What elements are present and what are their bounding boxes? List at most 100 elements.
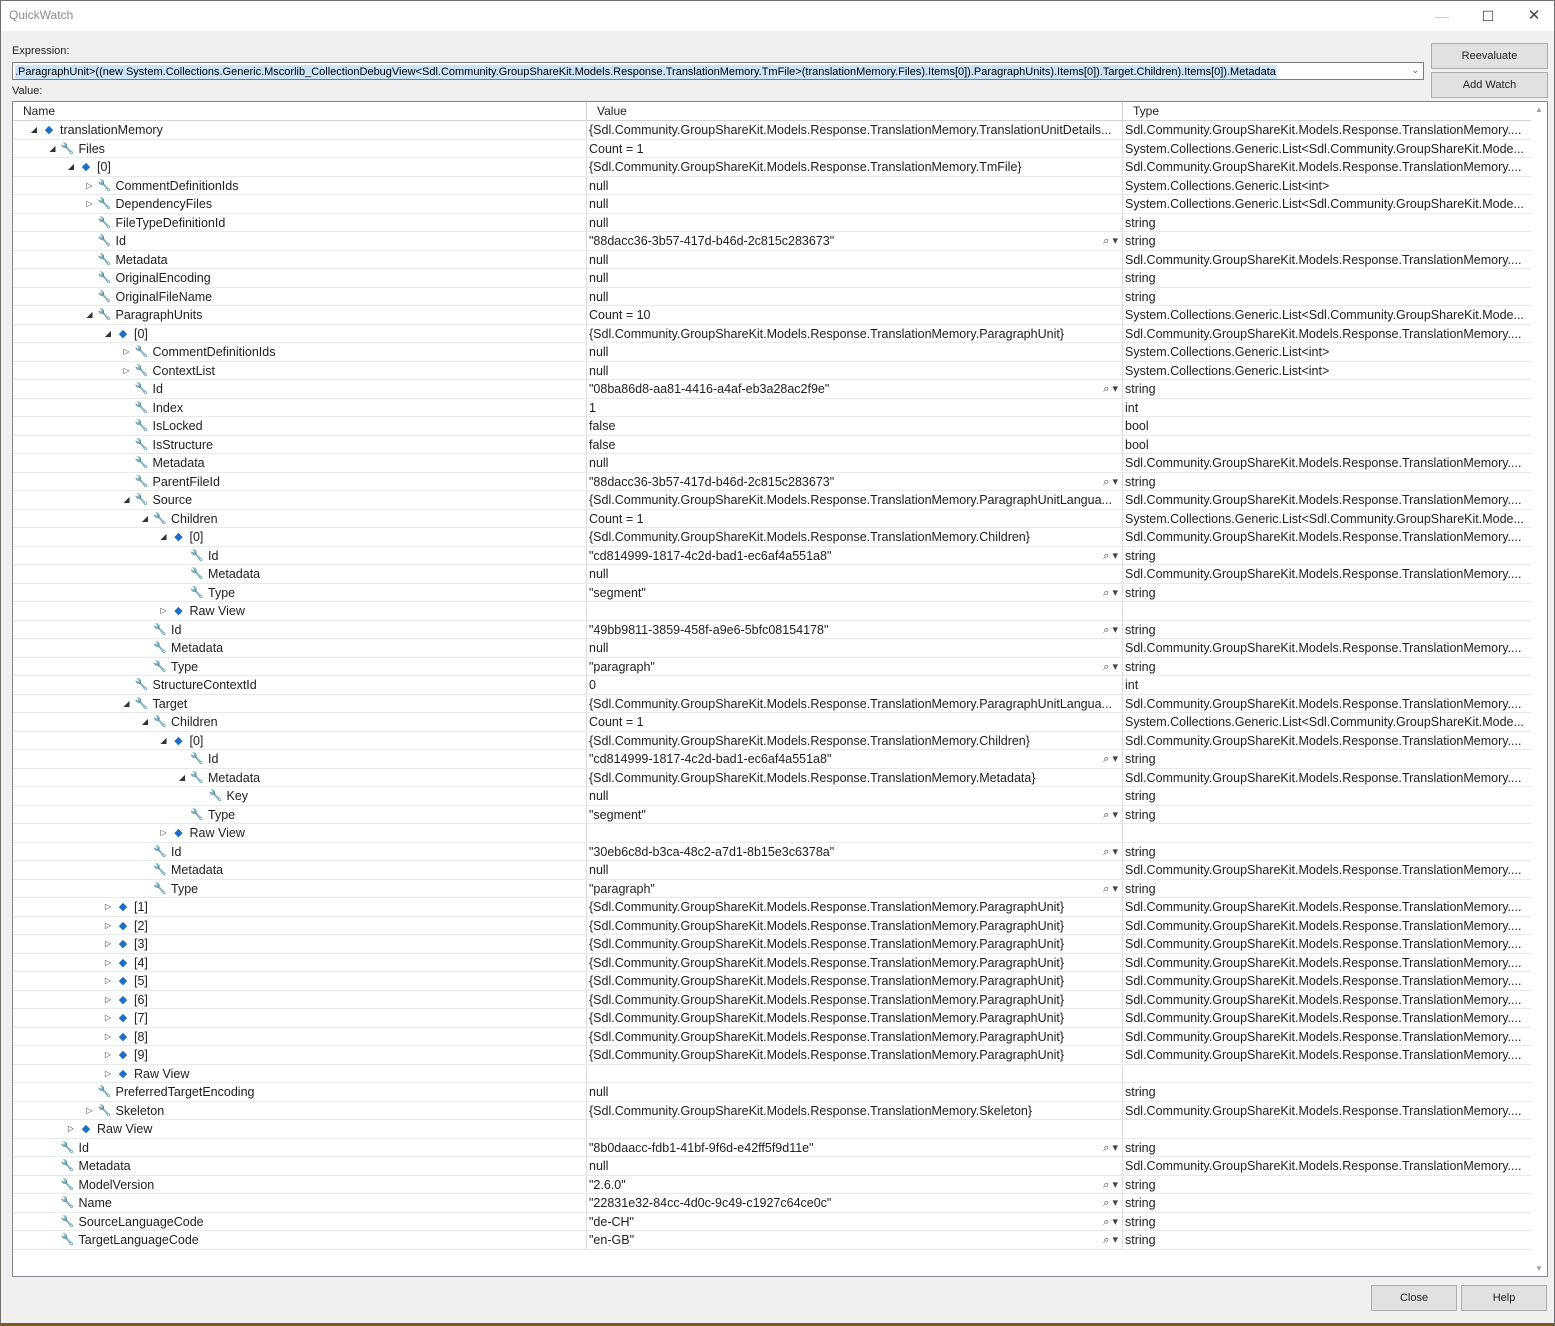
value-cell[interactable]: "de-CH" ⌕ ▾ [586, 1212, 1122, 1231]
collapse-triangle-icon[interactable]: ◢ [159, 732, 169, 750]
watch-row[interactable]: ▷ ◆ [8] {Sdl.Community.GroupShareKit.Models… [13, 1027, 1531, 1046]
value-cell[interactable]: {Sdl.Community.GroupShareKit.Models.Resp… [586, 935, 1122, 953]
value-cell[interactable]: {Sdl.Community.GroupShareKit.Models.Resp… [586, 898, 1122, 916]
magnifier-icon[interactable]: ⌕ ▾ [1103, 1213, 1118, 1231]
watch-row[interactable]: 🔧 ParentFileId "88dacc36-3b57-417d-b46d-2c… [13, 472, 1531, 491]
expand-triangle-icon[interactable]: ▷ [103, 898, 113, 916]
watch-row[interactable]: 🔧 Type "paragraph" ⌕ ▾ string [13, 879, 1531, 898]
watch-row[interactable]: ▷ 🔧 Skeleton {Sdl.Community.GroupShareKit.M… [13, 1101, 1531, 1120]
scroll-down-icon[interactable]: ▼ [1535, 1264, 1543, 1273]
value-cell[interactable]: {Sdl.Community.GroupShareKit.Models.Resp… [586, 990, 1122, 1009]
watch-row[interactable]: 🔧 PreferredTargetEncoding null string [13, 1083, 1531, 1102]
magnifier-icon[interactable]: ⌕ ▾ [1103, 843, 1118, 861]
expand-triangle-icon[interactable]: ▷ [103, 1046, 113, 1064]
value-cell[interactable]: null [586, 250, 1122, 269]
magnifier-icon[interactable]: ⌕ ▾ [1103, 584, 1118, 602]
watch-row[interactable]: 🔧 Key null string [13, 787, 1531, 806]
magnifier-icon[interactable]: ⌕ ▾ [1103, 1139, 1118, 1157]
watch-row[interactable]: 🔧 Metadata null Sdl.Community.GroupShareKit… [13, 861, 1531, 880]
expand-triangle-icon[interactable]: ▷ [122, 362, 132, 380]
value-cell[interactable]: {Sdl.Community.GroupShareKit.Models.Resp… [586, 731, 1122, 750]
value-cell[interactable]: null [586, 269, 1122, 287]
reevaluate-button[interactable]: Reevaluate [1431, 43, 1548, 69]
collapse-triangle-icon[interactable]: ◢ [140, 510, 150, 528]
magnifier-icon[interactable]: ⌕ ▾ [1103, 880, 1118, 898]
value-cell[interactable]: {Sdl.Community.GroupShareKit.Models.Resp… [586, 972, 1122, 990]
watch-row[interactable]: 🔧 Metadata null Sdl.Community.GroupShareKit… [13, 250, 1531, 269]
value-cell[interactable]: null [586, 565, 1122, 583]
watch-row[interactable]: ▷ ◆ Raw View [13, 1064, 1531, 1083]
expression-input[interactable]: .ParagraphUnit>((new System.Collections.… [15, 65, 1277, 79]
value-cell[interactable]: Count = 10 [586, 306, 1122, 324]
value-cell[interactable]: "paragraph" ⌕ ▾ [586, 657, 1122, 676]
magnifier-icon[interactable]: ⌕ ▾ [1103, 547, 1118, 565]
value-cell[interactable]: {Sdl.Community.GroupShareKit.Models.Resp… [586, 1046, 1122, 1064]
expand-triangle-icon[interactable]: ▷ [103, 935, 113, 953]
value-cell[interactable]: null [586, 1157, 1122, 1175]
value-cell[interactable] [586, 602, 1122, 620]
value-cell[interactable]: Count = 1 [586, 713, 1122, 731]
watch-row[interactable]: ▷ ◆ [2] {Sdl.Community.GroupShareKit.Models… [13, 916, 1531, 935]
expand-triangle-icon[interactable]: ▷ [85, 1102, 95, 1120]
value-cell[interactable] [586, 824, 1122, 842]
expand-triangle-icon[interactable]: ▷ [103, 991, 113, 1009]
value-cell[interactable]: Count = 1 [586, 509, 1122, 528]
magnifier-icon[interactable]: ⌕ ▾ [1103, 1176, 1118, 1194]
value-cell[interactable]: "30eb6c8d-b3ca-48c2-a7d1-8b15e3c6378a" ⌕ … [586, 842, 1122, 861]
value-cell[interactable]: {Sdl.Community.GroupShareKit.Models.Resp… [586, 768, 1122, 787]
watch-row[interactable]: 🔧 Index 1 int [13, 398, 1531, 417]
value-cell[interactable]: "08ba86d8-aa81-4416-a4af-eb3a28ac2f9e" ⌕ … [586, 380, 1122, 398]
value-cell[interactable]: {Sdl.Community.GroupShareKit.Models.Resp… [586, 121, 1122, 139]
collapse-triangle-icon[interactable]: ◢ [140, 713, 150, 731]
expand-triangle-icon[interactable]: ▷ [103, 917, 113, 935]
watch-row[interactable]: 🔧 IsLocked false bool [13, 417, 1531, 436]
watch-row[interactable]: 🔧 Type "segment" ⌕ ▾ string [13, 583, 1531, 602]
watch-row[interactable]: 🔧 Id "88dacc36-3b57-417d-b46d-2c815c283673… [13, 232, 1531, 251]
chevron-down-icon[interactable]: ⌄ [1411, 65, 1419, 76]
expression-combobox[interactable]: .ParagraphUnit>((new System.Collections.… [12, 62, 1424, 80]
vertical-scrollbar[interactable]: ▲ ▼ [1532, 102, 1547, 1276]
watch-row[interactable]: ◢ 🔧 Children Count = 1 System.Collections.Ge… [13, 509, 1531, 528]
value-cell[interactable]: "22831e32-84cc-4d0c-9c49-c1927c64ce0c" ⌕ … [586, 1194, 1122, 1212]
watch-row[interactable]: 🔧 IsStructure false bool [13, 435, 1531, 454]
value-cell[interactable]: {Sdl.Community.GroupShareKit.Models.Resp… [586, 1009, 1122, 1027]
value-cell[interactable]: null [586, 361, 1122, 380]
watch-row[interactable]: 🔧 OriginalFileName null string [13, 287, 1531, 306]
expand-triangle-icon[interactable]: ▷ [103, 1065, 113, 1083]
value-cell[interactable]: false [586, 435, 1122, 454]
value-cell[interactable]: {Sdl.Community.GroupShareKit.Models.Resp… [586, 953, 1122, 972]
watch-row[interactable]: ▷ ◆ [9] {Sdl.Community.GroupShareKit.Models… [13, 1046, 1531, 1065]
value-cell[interactable] [586, 1120, 1122, 1138]
watch-row[interactable]: 🔧 ModelVersion "2.6.0" ⌕ ▾ string [13, 1175, 1531, 1194]
value-cell[interactable]: {Sdl.Community.GroupShareKit.Models.Resp… [586, 694, 1122, 713]
watch-row[interactable]: ◢ ◆ [0] {Sdl.Community.GroupShareKit.Models… [13, 528, 1531, 547]
watch-row[interactable]: 🔧 Id "cd814999-1817-4c2d-bad1-ec6af4a551a8… [13, 750, 1531, 769]
watch-row[interactable]: ▷ ◆ [4] {Sdl.Community.GroupShareKit.Models… [13, 953, 1531, 972]
value-cell[interactable]: Count = 1 [586, 139, 1122, 158]
value-cell[interactable]: "segment" ⌕ ▾ [586, 805, 1122, 824]
magnifier-icon[interactable]: ⌕ ▾ [1103, 380, 1118, 398]
value-cell[interactable]: {Sdl.Community.GroupShareKit.Models.Resp… [586, 324, 1122, 343]
value-cell[interactable]: null [586, 176, 1122, 195]
value-cell[interactable]: "8b0daacc-fdb1-41bf-9f6d-e42ff5f9d11e" ⌕ … [586, 1138, 1122, 1157]
watch-row[interactable]: ▷ ◆ Raw View [13, 1120, 1531, 1139]
watch-row[interactable]: 🔧 OriginalEncoding null string [13, 269, 1531, 288]
value-cell[interactable]: null [586, 1083, 1122, 1101]
watch-row[interactable]: ▷ 🔧 ContextList null System.Collections.Gene… [13, 361, 1531, 380]
collapse-triangle-icon[interactable]: ◢ [177, 769, 187, 787]
value-cell[interactable]: {Sdl.Community.GroupShareKit.Models.Resp… [586, 158, 1122, 176]
value-cell[interactable]: {Sdl.Community.GroupShareKit.Models.Resp… [586, 916, 1122, 935]
watch-row[interactable]: ▷ 🔧 CommentDefinitionIds null System.Collect… [13, 176, 1531, 195]
add-watch-button[interactable]: Add Watch [1431, 72, 1548, 98]
value-cell[interactable]: null [586, 213, 1122, 232]
value-cell[interactable]: "49bb9811-3859-458f-a9e6-5bfc08154178" ⌕ … [586, 620, 1122, 639]
watch-row[interactable]: 🔧 Name "22831e32-84cc-4d0c-9c49-c1927c64ce… [13, 1194, 1531, 1213]
value-cell[interactable]: null [586, 861, 1122, 879]
magnifier-icon[interactable]: ⌕ ▾ [1103, 473, 1118, 491]
value-cell[interactable]: "en-GB" ⌕ ▾ [586, 1231, 1122, 1249]
watch-row[interactable]: 🔧 Id "8b0daacc-fdb1-41bf-9f6d-e42ff5f9d11e… [13, 1138, 1531, 1157]
value-cell[interactable]: "cd814999-1817-4c2d-bad1-ec6af4a551a8" ⌕ … [586, 750, 1122, 768]
column-header-name[interactable]: Name [13, 102, 586, 120]
collapse-triangle-icon[interactable]: ◢ [48, 140, 58, 158]
value-cell[interactable]: null [586, 343, 1122, 361]
